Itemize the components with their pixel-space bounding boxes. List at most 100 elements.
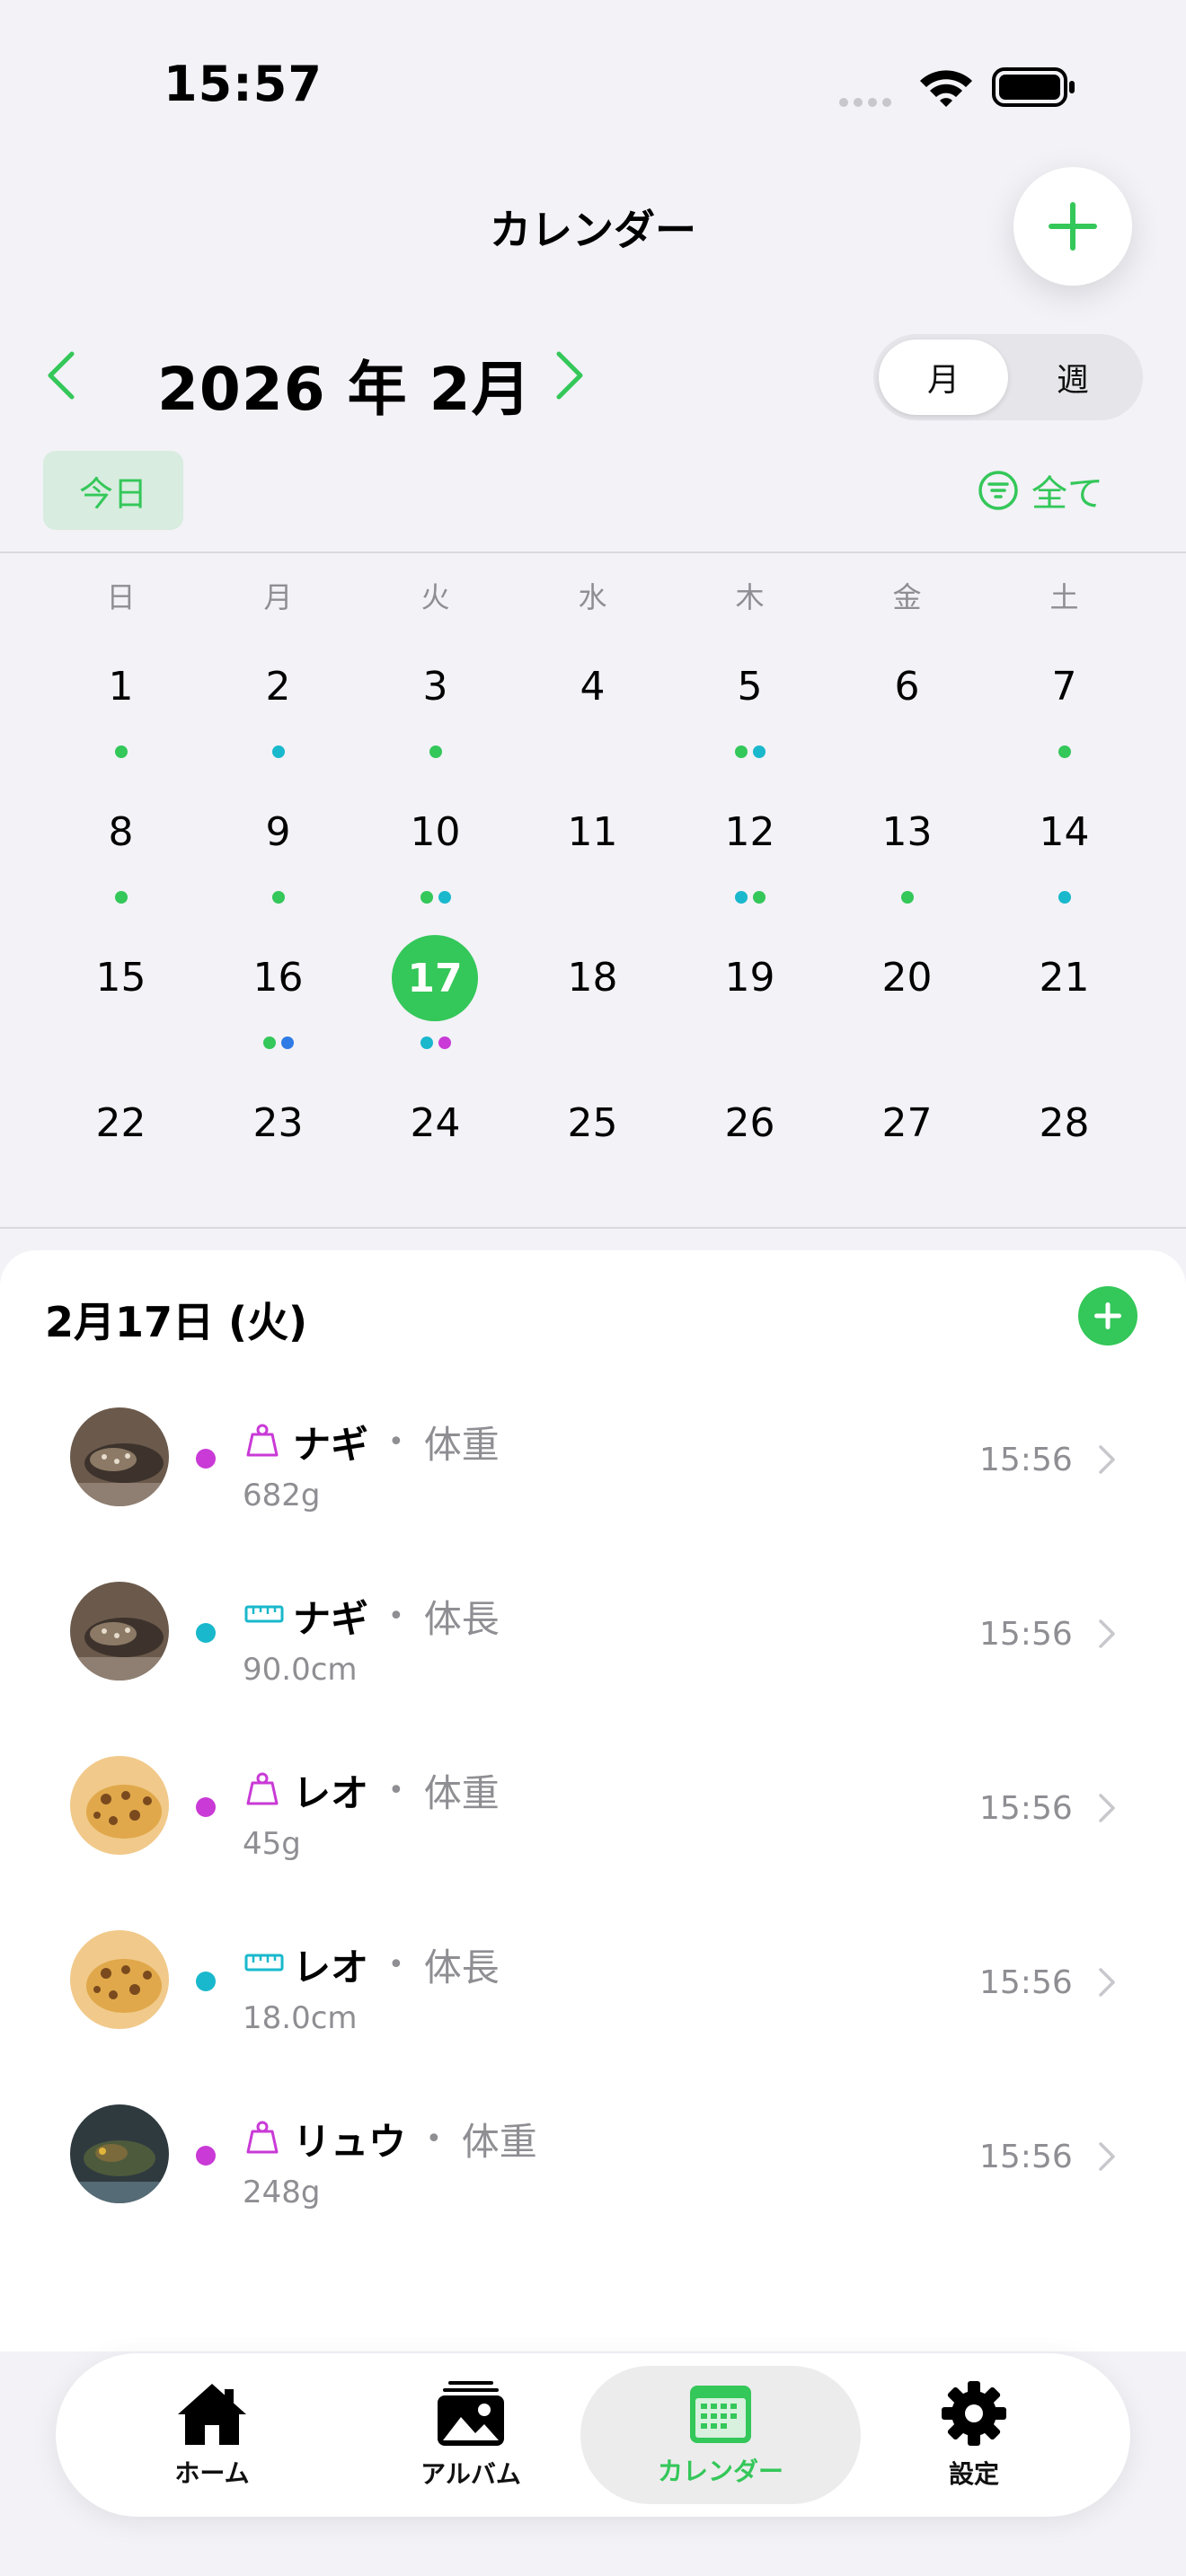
pet-avatar bbox=[70, 1930, 169, 2029]
pet-name: リュウ bbox=[293, 2120, 407, 2164]
day-number: 21 bbox=[1039, 955, 1090, 1001]
filter-button[interactable]: 全て bbox=[978, 463, 1103, 517]
day-number: 3 bbox=[422, 664, 448, 710]
weight-icon bbox=[244, 1422, 280, 1458]
calendar-day-20[interactable]: 20 bbox=[828, 935, 986, 1052]
event-dots bbox=[357, 891, 514, 904]
tab-album[interactable]: アルバム bbox=[331, 2366, 611, 2504]
day-number: 7 bbox=[1051, 664, 1077, 710]
chevron-left-icon[interactable] bbox=[41, 348, 81, 402]
calendar-day-9[interactable]: 9 bbox=[199, 790, 357, 906]
wifi-icon bbox=[920, 70, 972, 107]
chevron-right-icon bbox=[1099, 1445, 1115, 1474]
chevron-right-icon bbox=[1099, 1619, 1115, 1648]
event-dot bbox=[438, 1037, 451, 1049]
today-button[interactable]: 今日 bbox=[43, 451, 183, 530]
record-type: 体長 bbox=[423, 1945, 500, 1989]
calendar-day-19[interactable]: 19 bbox=[671, 935, 828, 1052]
weight-icon bbox=[244, 2119, 280, 2155]
pet-name: レオ bbox=[293, 1771, 369, 1815]
pet-avatar bbox=[70, 1756, 169, 1855]
calendar-day-25[interactable]: 25 bbox=[514, 1081, 671, 1197]
record-row[interactable]: レオ • 体長 18.0cm 15:56 bbox=[0, 1894, 1186, 2069]
record-color-dot bbox=[196, 1449, 216, 1469]
calendar-day-15[interactable]: 15 bbox=[42, 935, 199, 1052]
event-dot bbox=[271, 745, 285, 758]
calendar-day-14[interactable]: 14 bbox=[986, 790, 1143, 906]
chevron-right-icon[interactable] bbox=[550, 348, 589, 402]
calendar-day-28[interactable]: 28 bbox=[986, 1081, 1143, 1197]
record-heading: レオ • 体長 bbox=[293, 1937, 500, 1992]
event-dots bbox=[357, 1037, 514, 1049]
event-dot bbox=[1058, 745, 1071, 758]
weekday-label: 火 bbox=[420, 580, 450, 614]
calendar-day-24[interactable]: 24 bbox=[357, 1081, 514, 1197]
plus-icon bbox=[1094, 1302, 1121, 1329]
divider bbox=[0, 551, 1186, 553]
event-dots bbox=[986, 745, 1143, 758]
record-type: 体重 bbox=[461, 2120, 537, 2164]
day-number: 5 bbox=[737, 664, 763, 710]
selected-date-title: 2月17日 (火) bbox=[45, 1298, 308, 1346]
calendar-day-23[interactable]: 23 bbox=[199, 1081, 357, 1197]
calendar-day-2[interactable]: 2 bbox=[199, 644, 357, 761]
calendar-day-21[interactable]: 21 bbox=[986, 935, 1143, 1052]
page-title: カレンダー bbox=[490, 206, 696, 254]
day-number: 1 bbox=[108, 664, 134, 710]
record-value: 45g bbox=[243, 1826, 301, 1862]
chevron-right-icon bbox=[1099, 2142, 1115, 2171]
calendar-day-12[interactable]: 12 bbox=[671, 790, 828, 906]
record-row[interactable]: リュウ • 体重 248g 15:56 bbox=[0, 2069, 1186, 2243]
calendar-day-18[interactable]: 18 bbox=[514, 935, 671, 1052]
calendar-day-22[interactable]: 22 bbox=[42, 1081, 199, 1197]
record-value: 682g bbox=[243, 1478, 321, 1513]
record-time: 15:56 bbox=[979, 1616, 1073, 1653]
tab-label: カレンダー bbox=[657, 2457, 783, 2486]
event-dot bbox=[271, 891, 285, 904]
pet-name: レオ bbox=[293, 1945, 369, 1989]
event-dots bbox=[671, 891, 828, 904]
day-number: 20 bbox=[881, 955, 933, 1001]
pet-avatar bbox=[70, 1582, 169, 1681]
filter-icon bbox=[978, 471, 1018, 510]
event-dot bbox=[752, 745, 766, 758]
event-dots bbox=[986, 891, 1143, 904]
tab-settings[interactable]: 設定 bbox=[834, 2366, 1114, 2504]
calendar-day-27[interactable]: 27 bbox=[828, 1081, 986, 1197]
calendar-day-17[interactable]: 17 bbox=[357, 935, 514, 1052]
calendar-day-13[interactable]: 13 bbox=[828, 790, 986, 906]
day-number: 6 bbox=[894, 664, 920, 710]
view-toggle-week[interactable]: 週 bbox=[1008, 340, 1137, 415]
separator: • bbox=[426, 2123, 442, 2155]
record-row[interactable]: ナギ • 体重 682g 15:56 bbox=[0, 1372, 1186, 1546]
view-toggle-month[interactable]: 月 bbox=[879, 340, 1008, 415]
calendar-day-16[interactable]: 16 bbox=[199, 935, 357, 1052]
calendar-day-10[interactable]: 10 bbox=[357, 790, 514, 906]
calendar-day-6[interactable]: 6 bbox=[828, 644, 986, 761]
calendar-day-26[interactable]: 26 bbox=[671, 1081, 828, 1197]
record-row[interactable]: ナギ • 体長 90.0cm 15:56 bbox=[0, 1546, 1186, 1720]
gear-icon bbox=[942, 2381, 1006, 2446]
calendar-day-1[interactable]: 1 bbox=[42, 644, 199, 761]
tab-home[interactable]: ホーム bbox=[72, 2366, 352, 2504]
calendar-day-3[interactable]: 3 bbox=[357, 644, 514, 761]
event-dots bbox=[828, 891, 986, 904]
add-day-record-button[interactable] bbox=[1078, 1286, 1137, 1345]
event-dots bbox=[42, 745, 199, 758]
calendar-day-4[interactable]: 4 bbox=[514, 644, 671, 761]
add-record-button[interactable] bbox=[1013, 167, 1132, 286]
calendar-day-8[interactable]: 8 bbox=[42, 790, 199, 906]
tab-calendar[interactable]: カレンダー bbox=[580, 2366, 861, 2504]
separator: • bbox=[388, 1601, 404, 1632]
calendar-day-11[interactable]: 11 bbox=[514, 790, 671, 906]
calendar-day-7[interactable]: 7 bbox=[986, 644, 1143, 761]
pet-avatar bbox=[70, 2104, 169, 2203]
record-row[interactable]: レオ • 体重 45g 15:56 bbox=[0, 1720, 1186, 1894]
record-heading: ナギ • 体長 bbox=[293, 1589, 500, 1644]
event-dot bbox=[420, 1037, 433, 1049]
weekday-label: 日 bbox=[106, 580, 136, 614]
tab-label: 設定 bbox=[948, 2459, 999, 2489]
record-time: 15:56 bbox=[979, 2139, 1073, 2175]
calendar-day-5[interactable]: 5 bbox=[671, 644, 828, 761]
day-number: 14 bbox=[1039, 809, 1090, 855]
